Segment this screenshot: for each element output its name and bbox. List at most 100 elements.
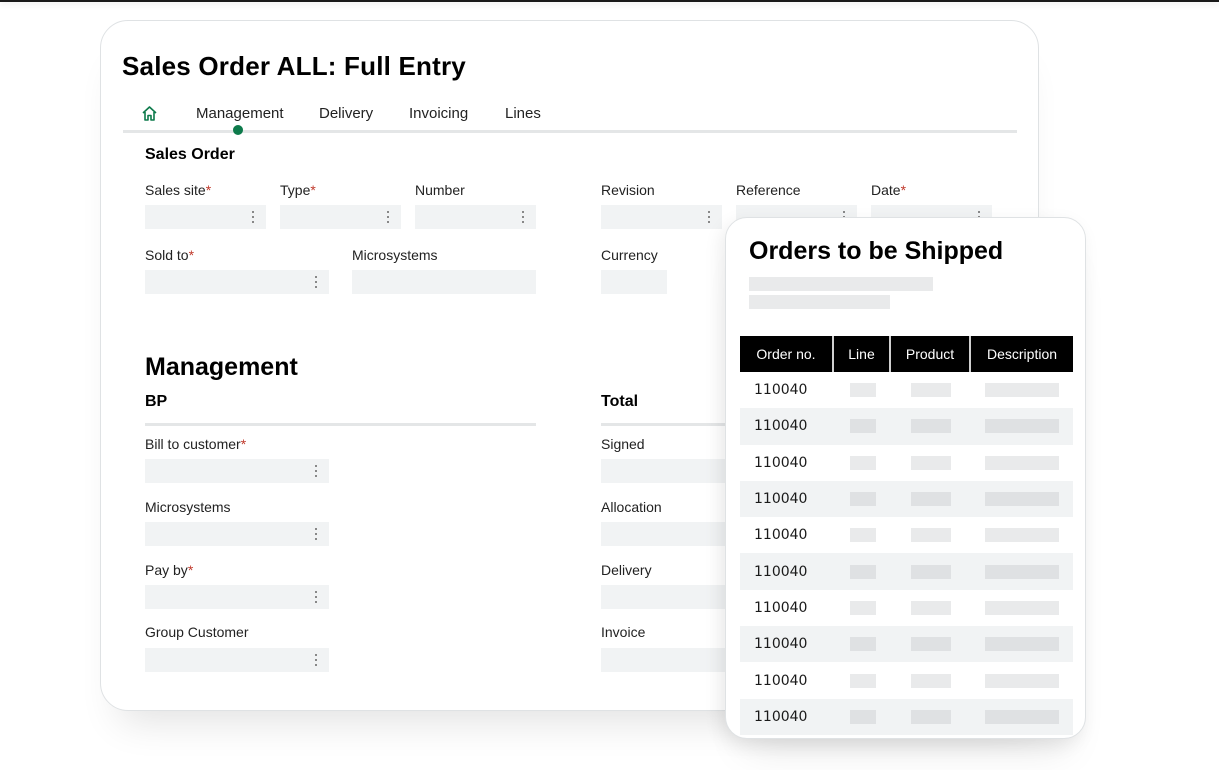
table-row[interactable]: 110040: [740, 626, 1073, 663]
microsystems-field[interactable]: [352, 270, 536, 294]
column-header-product[interactable]: Product: [891, 336, 971, 372]
description-placeholder: [985, 600, 1059, 615]
line-cell: [834, 383, 891, 398]
product-cell: [891, 709, 971, 724]
description-placeholder: [985, 673, 1059, 688]
product-cell: [891, 637, 971, 652]
description-cell: [971, 637, 1073, 652]
description-cell: [971, 528, 1073, 543]
description-cell: [971, 709, 1073, 724]
line-placeholder: [849, 492, 876, 507]
column-header-description[interactable]: Description: [971, 336, 1073, 372]
pay-by-label: Pay by*: [145, 562, 194, 578]
table-row[interactable]: 110040: [740, 445, 1073, 481]
description-cell: [971, 600, 1073, 615]
table-row[interactable]: 110040: [740, 480, 1073, 518]
table-row[interactable]: 110040: [740, 590, 1073, 626]
more-options-icon[interactable]: [522, 211, 525, 223]
tab-delivery[interactable]: Delivery: [319, 105, 373, 122]
description-placeholder: [985, 637, 1059, 652]
product-cell: [891, 419, 971, 434]
bp-microsystems-label: Microsystems: [145, 499, 231, 515]
order-number-cell: 110040: [754, 599, 808, 616]
currency-label: Currency: [601, 247, 658, 263]
column-header-order-no[interactable]: Order no.: [740, 336, 834, 372]
product-cell: [891, 383, 971, 398]
line-placeholder: [849, 564, 876, 579]
product-cell: [891, 455, 971, 470]
table-row[interactable]: 110040: [740, 553, 1073, 590]
line-cell: [834, 673, 891, 688]
tab-invoicing[interactable]: Invoicing: [409, 105, 468, 122]
description-cell: [971, 564, 1073, 579]
type-field[interactable]: [280, 205, 401, 229]
description-placeholder: [985, 419, 1059, 434]
order-number-cell: 110040: [754, 382, 808, 399]
orders-to-be-shipped-panel: Orders to be Shipped Order no. Line Prod…: [725, 217, 1086, 739]
invoice-label: Invoice: [601, 624, 646, 640]
description-cell: [971, 383, 1073, 398]
currency-field[interactable]: [601, 270, 667, 294]
revision-field[interactable]: [601, 205, 722, 229]
subtitle-placeholder: [749, 277, 933, 291]
tab-management[interactable]: Management: [196, 105, 284, 122]
table-row[interactable]: 110040: [740, 372, 1073, 408]
bp-microsystems-field[interactable]: [145, 522, 329, 546]
tab-home[interactable]: [141, 105, 159, 123]
more-options-icon[interactable]: [708, 211, 711, 223]
tab-lines[interactable]: Lines: [505, 105, 541, 122]
signed-label: Signed: [601, 436, 645, 452]
tab-bar: Management Delivery Invoicing Lines: [123, 105, 1017, 135]
line-placeholder: [849, 419, 876, 434]
bill-to-customer-field[interactable]: [145, 459, 329, 483]
revision-label: Revision: [601, 182, 655, 198]
description-placeholder: [985, 564, 1059, 579]
microsystems-label: Microsystems: [352, 247, 438, 263]
table-row[interactable]: 110040: [740, 517, 1073, 553]
order-number-cell: 110040: [754, 672, 808, 689]
table-row[interactable]: 110040: [740, 698, 1073, 735]
type-label: Type*: [280, 182, 316, 198]
group-customer-field[interactable]: [145, 648, 329, 672]
line-placeholder: [849, 528, 876, 543]
order-number-cell: 110040: [754, 527, 808, 544]
description-placeholder: [985, 455, 1059, 470]
table-row[interactable]: 110040: [740, 408, 1073, 445]
product-cell: [891, 528, 971, 543]
product-cell: [891, 673, 971, 688]
subtitle-placeholder: [749, 295, 890, 309]
bp-divider: [145, 423, 536, 426]
active-tab-indicator: [233, 125, 243, 135]
description-cell: [971, 455, 1073, 470]
product-placeholder: [911, 637, 951, 652]
table-row[interactable]: 110040: [740, 662, 1073, 698]
order-number-cell: 110040: [754, 563, 808, 580]
product-placeholder: [911, 673, 951, 688]
description-placeholder: [985, 709, 1059, 724]
more-options-icon[interactable]: [315, 528, 318, 540]
product-cell: [891, 492, 971, 507]
sales-site-label: Sales site*: [145, 182, 212, 198]
more-options-icon[interactable]: [252, 211, 255, 223]
pay-by-field[interactable]: [145, 585, 329, 609]
line-placeholder: [849, 383, 876, 398]
product-cell: [891, 600, 971, 615]
more-options-icon[interactable]: [315, 654, 318, 666]
order-number-cell: 110040: [754, 636, 808, 653]
column-header-line[interactable]: Line: [834, 336, 891, 372]
product-placeholder: [911, 383, 951, 398]
line-cell: [834, 600, 891, 615]
more-options-icon[interactable]: [315, 276, 318, 288]
line-placeholder: [849, 709, 876, 724]
more-options-icon[interactable]: [315, 465, 318, 477]
more-options-icon[interactable]: [315, 591, 318, 603]
number-field[interactable]: [415, 205, 536, 229]
more-options-icon[interactable]: [387, 211, 390, 223]
line-cell: [834, 709, 891, 724]
line-placeholder: [849, 673, 876, 688]
product-cell: [891, 564, 971, 579]
allocation-label: Allocation: [601, 499, 662, 515]
sold-to-field[interactable]: [145, 270, 329, 294]
reference-label: Reference: [736, 182, 801, 198]
sales-site-field[interactable]: [145, 205, 266, 229]
